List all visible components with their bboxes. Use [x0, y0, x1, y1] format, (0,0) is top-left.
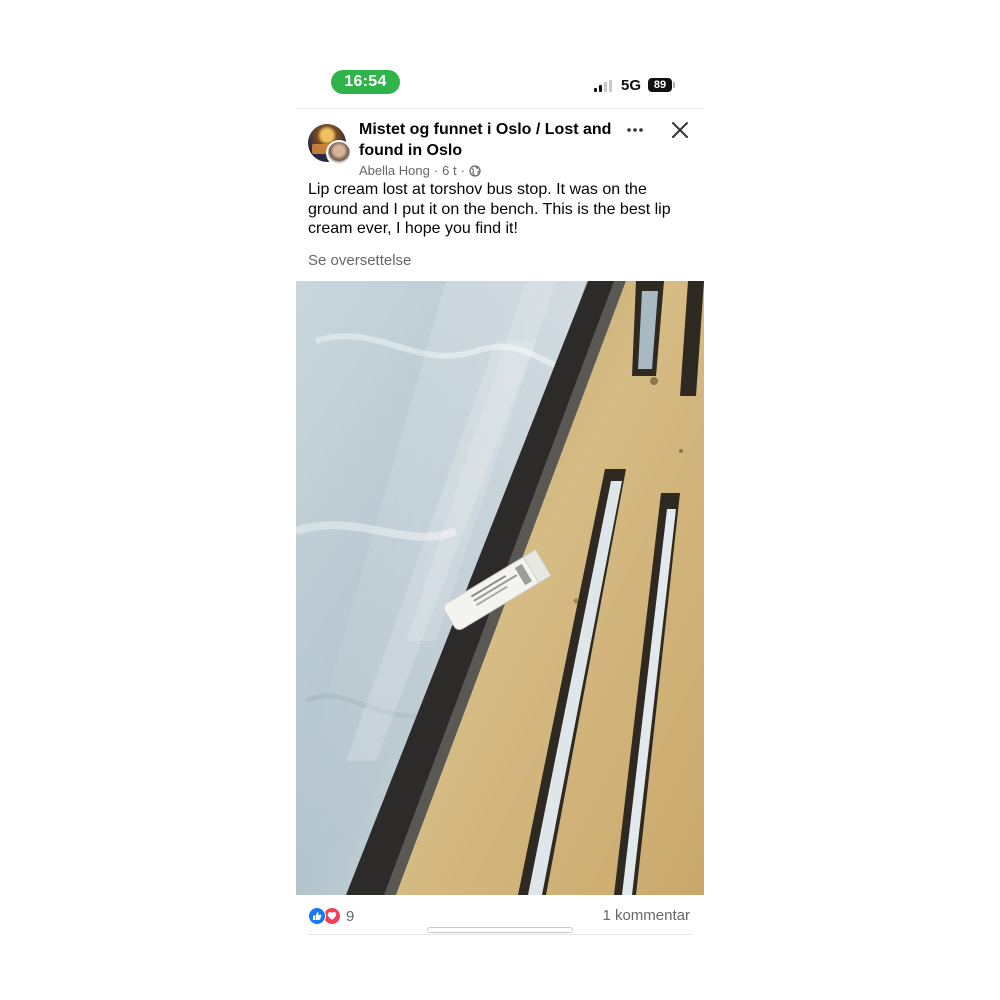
post-meta: Abella Hong · 6 t ·: [359, 163, 481, 178]
comment-count-link[interactable]: 1 kommentar: [602, 907, 690, 924]
battery-tip: [673, 82, 675, 88]
cellular-signal-icon: [594, 80, 616, 92]
header-divider: [296, 108, 704, 109]
see-translation-link[interactable]: Se oversettelse: [308, 252, 411, 269]
reactions-summary[interactable]: 9: [308, 907, 354, 925]
close-icon[interactable]: [670, 120, 690, 140]
meta-separator: ·: [460, 163, 465, 178]
author-name-link[interactable]: Abella Hong: [359, 163, 430, 178]
author-avatar[interactable]: [326, 140, 352, 166]
home-indicator[interactable]: [427, 927, 573, 933]
meta-separator: ·: [433, 163, 439, 178]
post-photo[interactable]: [296, 281, 704, 895]
reaction-count: 9: [346, 907, 355, 925]
phone-screen: 16:54 5G 89 Mistet og funnet i Oslo / Lo…: [296, 58, 704, 942]
group-name-link[interactable]: Mistet og funnet i Oslo / Lost and found…: [359, 119, 619, 161]
battery-icon: 89: [648, 78, 672, 92]
status-bar: 16:54 5G 89: [296, 58, 704, 108]
network-type: 5G: [621, 77, 642, 94]
footer-divider: [308, 934, 692, 935]
post-body-text: Lip cream lost at torshov bus stop. It w…: [308, 181, 671, 237]
post-avatar[interactable]: [308, 124, 352, 166]
globe-icon: [469, 164, 481, 177]
more-options-icon[interactable]: [625, 120, 645, 140]
like-icon: [308, 907, 326, 925]
status-time[interactable]: 16:54: [331, 70, 400, 94]
post-time[interactable]: 6 t: [442, 163, 456, 178]
